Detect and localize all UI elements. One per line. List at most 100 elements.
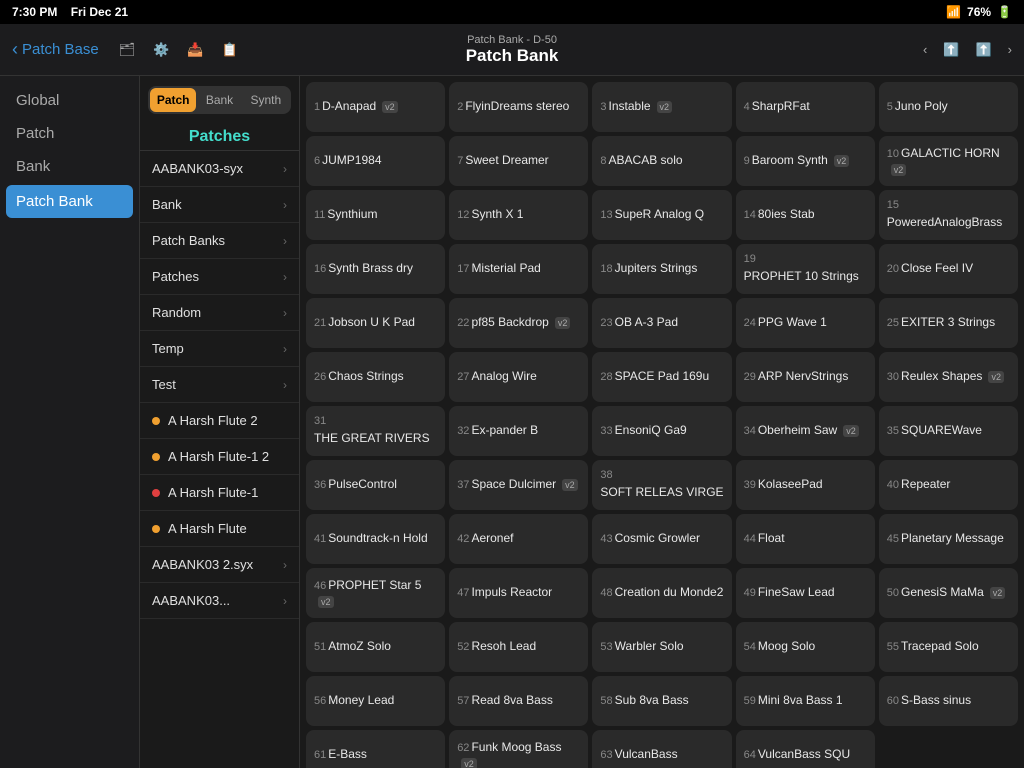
patch-cell-5[interactable]: 5Juno Poly: [879, 82, 1018, 132]
patch-cell-38[interactable]: 38SOFT RELEAS VIRGE: [592, 460, 731, 510]
sidebar-item-bank[interactable]: Bank: [0, 150, 139, 183]
patch-cell-53[interactable]: 53Warbler Solo: [592, 622, 731, 672]
sidebar-item-global[interactable]: Global: [0, 84, 139, 117]
patch-cell-2[interactable]: 2FlyinDreams stereo: [449, 82, 588, 132]
middle-item-aabank03-2[interactable]: AABANK03 2.syx ›: [140, 547, 299, 583]
tab-patch[interactable]: Patch: [150, 88, 196, 112]
patch-num: 19: [744, 253, 756, 265]
patch-cell-58[interactable]: 58Sub 8va Bass: [592, 676, 731, 726]
patch-cell-50[interactable]: 50GenesiS MaMav2: [879, 568, 1018, 618]
tab-bank[interactable]: Bank: [196, 88, 242, 112]
patch-cell-27[interactable]: 27Analog Wire: [449, 352, 588, 402]
tab-synth[interactable]: Synth: [243, 88, 289, 112]
patch-name: PoweredAnalogBrass: [887, 215, 1002, 231]
patch-cell-63[interactable]: 63VulcanBass: [592, 730, 731, 768]
nav-back-button[interactable]: ‹ Patch Base: [12, 39, 99, 60]
patch-cell-12[interactable]: 12Synth X 1: [449, 190, 588, 240]
patch-cell-3[interactable]: 3Instablev2: [592, 82, 731, 132]
patch-cell-48[interactable]: 48Creation du Monde2: [592, 568, 731, 618]
patch-cell-15[interactable]: 15PoweredAnalogBrass: [879, 190, 1018, 240]
patch-cell-41[interactable]: 41Soundtrack-n Hold: [306, 514, 445, 564]
inbox-icon[interactable]: 📥: [187, 42, 203, 58]
nav-subtitle: Patch Bank - D-50: [466, 34, 559, 46]
patch-cell-40[interactable]: 40Repeater: [879, 460, 1018, 510]
patch-cell-6[interactable]: 6JUMP1984: [306, 136, 445, 186]
patch-cell-32[interactable]: 32Ex-pander B: [449, 406, 588, 456]
patch-cell-39[interactable]: 39KolaseePad: [736, 460, 875, 510]
patch-cell-18[interactable]: 18Jupiters Strings: [592, 244, 731, 294]
patch-cell-7[interactable]: 7Sweet Dreamer: [449, 136, 588, 186]
patch-cell-8[interactable]: 8ABACAB solo: [592, 136, 731, 186]
patch-cell-25[interactable]: 25EXITER 3 Strings: [879, 298, 1018, 348]
patch-cell-57[interactable]: 57Read 8va Bass: [449, 676, 588, 726]
middle-item-patches[interactable]: Patches ›: [140, 259, 299, 295]
nav-prev-icon[interactable]: ‹: [923, 42, 927, 57]
patch-cell-54[interactable]: 54Moog Solo: [736, 622, 875, 672]
patch-cell-51[interactable]: 51AtmoZ Solo: [306, 622, 445, 672]
patch-cell-28[interactable]: 28SPACE Pad 169u: [592, 352, 731, 402]
patch-cell-43[interactable]: 43Cosmic Growler: [592, 514, 731, 564]
patch-cell-10[interactable]: 10GALACTIC HORNv2: [879, 136, 1018, 186]
middle-item-bank[interactable]: Bank ›: [140, 187, 299, 223]
patch-cell-24[interactable]: 24PPG Wave 1: [736, 298, 875, 348]
patch-cell-14[interactable]: 1480ies Stab: [736, 190, 875, 240]
middle-item-aabank03-more[interactable]: AABANK03... ›: [140, 583, 299, 619]
dot-item-harsh-flute-1[interactable]: A Harsh Flute-1: [140, 475, 299, 511]
patch-cell-11[interactable]: 11Synthium: [306, 190, 445, 240]
patch-num: 54: [744, 641, 756, 653]
patch-cell-34[interactable]: 34Oberheim Sawv2: [736, 406, 875, 456]
middle-item-random[interactable]: Random ›: [140, 295, 299, 331]
patch-cell-26[interactable]: 26Chaos Strings: [306, 352, 445, 402]
patch-cell-61[interactable]: 61E-Bass: [306, 730, 445, 768]
middle-item-patchbanks[interactable]: Patch Banks ›: [140, 223, 299, 259]
patch-cell-23[interactable]: 23OB A-3 Pad: [592, 298, 731, 348]
nav-export-icon[interactable]: ⬆️: [975, 42, 991, 58]
patch-cell-16[interactable]: 16Synth Brass dry: [306, 244, 445, 294]
nav-share-icon[interactable]: ⬆️: [943, 42, 959, 58]
patch-cell-36[interactable]: 36PulseControl: [306, 460, 445, 510]
sidebar-item-patchbank[interactable]: Patch Bank: [6, 185, 133, 218]
dot-icon: [152, 453, 160, 461]
middle-item-test[interactable]: Test ›: [140, 367, 299, 403]
patch-cell-35[interactable]: 35SQUAREWave: [879, 406, 1018, 456]
patch-cell-37[interactable]: 37Space Dulcimerv2: [449, 460, 588, 510]
patch-cell-56[interactable]: 56Money Lead: [306, 676, 445, 726]
patch-cell-46[interactable]: 46PROPHET Star 5v2: [306, 568, 445, 618]
patch-cell-49[interactable]: 49FineSaw Lead: [736, 568, 875, 618]
patch-cell-20[interactable]: 20Close Feel IV: [879, 244, 1018, 294]
patch-cell-4[interactable]: 4SharpRFat: [736, 82, 875, 132]
patch-cell-9[interactable]: 9Baroom Synthv2: [736, 136, 875, 186]
dot-item-harsh-flute[interactable]: A Harsh Flute: [140, 511, 299, 547]
patch-cell-31[interactable]: 31THE GREAT RIVERS: [306, 406, 445, 456]
patch-cell-1[interactable]: 1D-Anapadv2: [306, 82, 445, 132]
patch-cell-52[interactable]: 52Resoh Lead: [449, 622, 588, 672]
sidebar-item-patch[interactable]: Patch: [0, 117, 139, 150]
copy-icon[interactable]: 📋: [222, 42, 238, 58]
middle-item-temp[interactable]: Temp ›: [140, 331, 299, 367]
nav-next-icon[interactable]: ›: [1008, 42, 1012, 57]
patch-cell-60[interactable]: 60S-Bass sinus: [879, 676, 1018, 726]
patch-cell-47[interactable]: 47Impuls Reactor: [449, 568, 588, 618]
patch-cell-45[interactable]: 45Planetary Message: [879, 514, 1018, 564]
patch-cell-33[interactable]: 33EnsoniQ Ga9: [592, 406, 731, 456]
patch-cell-19[interactable]: 19PROPHET 10 Strings: [736, 244, 875, 294]
patch-cell-55[interactable]: 55Tracepad Solo: [879, 622, 1018, 672]
patch-cell-44[interactable]: 44Float: [736, 514, 875, 564]
patch-cell-22[interactable]: 22pf85 Backdropv2: [449, 298, 588, 348]
patch-cell-59[interactable]: 59Mini 8va Bass 1: [736, 676, 875, 726]
patch-cell-13[interactable]: 13SupeR Analog Q: [592, 190, 731, 240]
patch-cell-17[interactable]: 17Misterial Pad: [449, 244, 588, 294]
patch-name: EXITER 3 Strings: [901, 315, 995, 331]
dot-item-harsh-flute-1-2[interactable]: A Harsh Flute-1 2: [140, 439, 299, 475]
dot-item-harsh-flute2[interactable]: A Harsh Flute 2: [140, 403, 299, 439]
patch-cell-29[interactable]: 29ARP NervStrings: [736, 352, 875, 402]
middle-item-aabank03[interactable]: AABANK03-syx ›: [140, 151, 299, 187]
folder-icon[interactable]: 🗂: [119, 42, 136, 58]
settings-icon[interactable]: ⚙️: [153, 42, 169, 58]
patch-cell-42[interactable]: 42Aeronef: [449, 514, 588, 564]
patch-cell-30[interactable]: 30Reulex Shapesv2: [879, 352, 1018, 402]
patch-cell-62[interactable]: 62Funk Moog Bassv2: [449, 730, 588, 768]
patch-num: 9: [744, 155, 750, 167]
patch-cell-21[interactable]: 21Jobson U K Pad: [306, 298, 445, 348]
patch-cell-64[interactable]: 64VulcanBass SQU: [736, 730, 875, 768]
